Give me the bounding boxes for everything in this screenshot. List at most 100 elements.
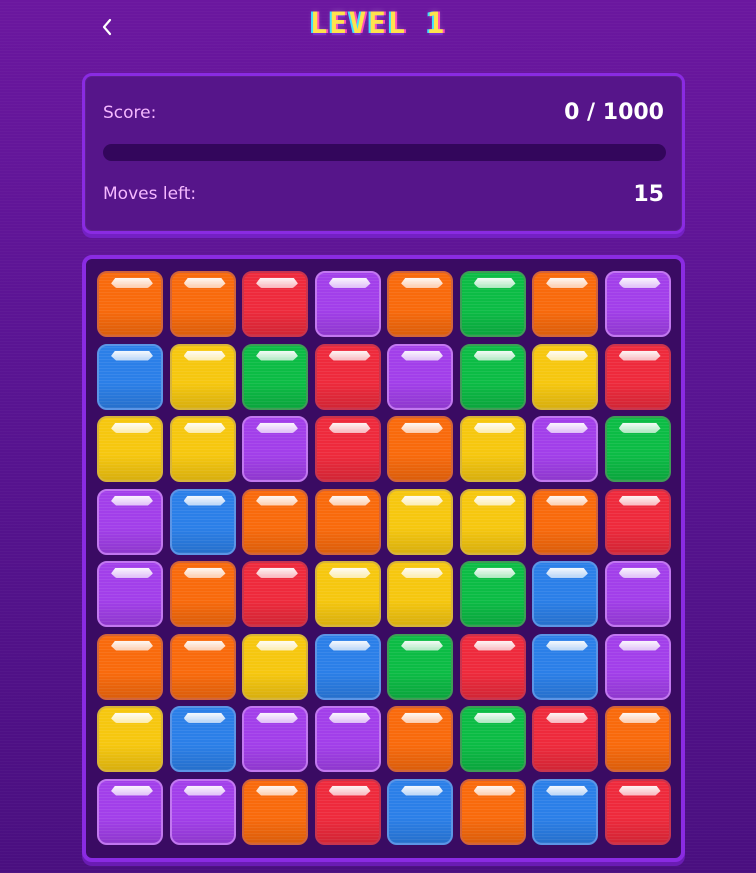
tile-orange[interactable]: [169, 271, 236, 337]
tile-red[interactable]: [314, 778, 381, 845]
tile-blue[interactable]: [314, 633, 381, 700]
tile-purple[interactable]: [169, 778, 236, 845]
tile-blue[interactable]: [532, 778, 598, 845]
tile-purple[interactable]: [604, 561, 671, 627]
tile-purple[interactable]: [314, 271, 381, 337]
tile-blue[interactable]: [532, 633, 598, 700]
tile-orange[interactable]: [169, 561, 236, 627]
tile-shine: [546, 713, 588, 723]
tile-green[interactable]: [459, 706, 526, 772]
tile-orange[interactable]: [604, 706, 671, 772]
tile-gloss: [171, 310, 234, 335]
tile-shine: [111, 785, 153, 796]
tile-orange[interactable]: [242, 488, 308, 555]
tile-orange[interactable]: [169, 633, 236, 700]
tile-shine: [328, 278, 371, 288]
tile-gloss: [316, 817, 379, 843]
tile-shine: [473, 423, 516, 433]
tile-shine: [111, 568, 153, 578]
tile-orange[interactable]: [387, 706, 453, 772]
tile-purple[interactable]: [242, 416, 308, 482]
tile-purple[interactable]: [97, 561, 163, 627]
tile-shine: [618, 713, 661, 723]
tile-gloss: [461, 672, 524, 698]
tile-shine: [256, 350, 298, 361]
tile-green[interactable]: [459, 561, 526, 627]
tile-red[interactable]: [242, 271, 308, 337]
tile-orange[interactable]: [387, 416, 453, 482]
tile-shine: [546, 495, 588, 506]
tile-purple[interactable]: [604, 271, 671, 337]
tile-shine: [546, 350, 588, 361]
tile-orange[interactable]: [97, 633, 163, 700]
tile-shine: [401, 713, 443, 723]
tile-green[interactable]: [459, 271, 526, 337]
tile-purple[interactable]: [97, 488, 163, 555]
tile-green[interactable]: [242, 343, 308, 410]
tile-orange[interactable]: [532, 488, 598, 555]
tile-purple[interactable]: [314, 706, 381, 772]
tile-purple[interactable]: [604, 633, 671, 700]
tile-purple[interactable]: [387, 343, 453, 410]
tile-blue[interactable]: [169, 706, 236, 772]
tile-orange[interactable]: [459, 778, 526, 845]
tile-shine: [183, 495, 226, 506]
tile-gloss: [99, 672, 161, 698]
tile-green[interactable]: [604, 416, 671, 482]
tile-gloss: [99, 527, 161, 553]
tile-shine: [183, 640, 226, 651]
tile-orange[interactable]: [314, 488, 381, 555]
tile-yellow[interactable]: [387, 561, 453, 627]
tile-yellow[interactable]: [314, 561, 381, 627]
tile-gloss: [171, 600, 234, 625]
tile-gloss: [244, 745, 306, 770]
tile-orange[interactable]: [387, 271, 453, 337]
tile-shine: [328, 423, 371, 433]
stats-panel: Score: 0 / 1000 Moves left: 15: [82, 73, 685, 234]
tile-purple[interactable]: [532, 416, 598, 482]
tile-shine: [111, 640, 153, 651]
tile-gloss: [606, 817, 669, 843]
tile-yellow[interactable]: [242, 633, 308, 700]
tile-red[interactable]: [459, 633, 526, 700]
tile-yellow[interactable]: [532, 343, 598, 410]
tile-yellow[interactable]: [169, 343, 236, 410]
tile-shine: [401, 785, 443, 796]
tile-purple[interactable]: [97, 778, 163, 845]
tile-red[interactable]: [314, 416, 381, 482]
tile-gloss: [534, 672, 596, 698]
tile-yellow[interactable]: [97, 416, 163, 482]
tile-red[interactable]: [604, 778, 671, 845]
tile-red[interactable]: [604, 488, 671, 555]
tile-orange[interactable]: [532, 271, 598, 337]
tile-blue[interactable]: [532, 561, 598, 627]
tile-orange[interactable]: [97, 271, 163, 337]
tile-red[interactable]: [532, 706, 598, 772]
tile-gloss: [99, 745, 161, 770]
tile-shine: [111, 713, 153, 723]
tile-gloss: [534, 817, 596, 843]
tile-gloss: [461, 600, 524, 625]
score-value: 0 / 1000: [564, 100, 664, 125]
tile-yellow[interactable]: [459, 416, 526, 482]
tile-orange[interactable]: [242, 778, 308, 845]
tile-shine: [328, 495, 371, 506]
tile-shine: [183, 785, 226, 796]
tile-blue[interactable]: [169, 488, 236, 555]
tile-shine: [401, 495, 443, 506]
tile-yellow[interactable]: [459, 488, 526, 555]
tile-purple[interactable]: [242, 706, 308, 772]
tile-red[interactable]: [604, 343, 671, 410]
tile-red[interactable]: [314, 343, 381, 410]
tile-blue[interactable]: [97, 343, 163, 410]
tile-green[interactable]: [387, 633, 453, 700]
tile-gloss: [244, 672, 306, 698]
tile-shine: [256, 785, 298, 796]
tile-red[interactable]: [242, 561, 308, 627]
tile-shine: [546, 423, 588, 433]
tile-blue[interactable]: [387, 778, 453, 845]
tile-green[interactable]: [459, 343, 526, 410]
tile-yellow[interactable]: [97, 706, 163, 772]
tile-yellow[interactable]: [169, 416, 236, 482]
tile-yellow[interactable]: [387, 488, 453, 555]
